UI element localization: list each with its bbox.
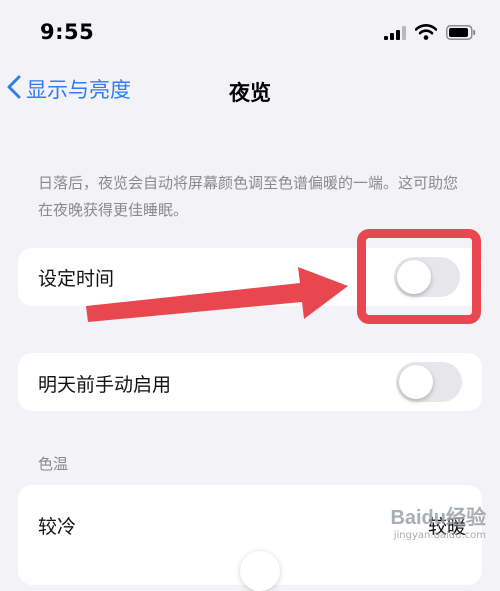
watermark-url: jingyan.baidu.com	[393, 530, 486, 541]
annotation-highlight-box	[357, 229, 481, 324]
watermark: Baidu经验 jingyan.baidu.com	[390, 508, 486, 541]
watermark-logo: Baidu经验	[390, 507, 486, 529]
